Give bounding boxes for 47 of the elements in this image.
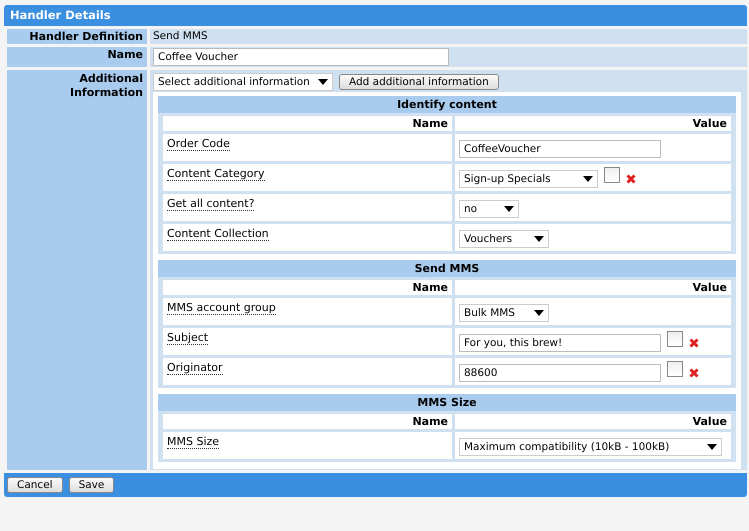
dropdown[interactable]: Bulk MMS [459,304,549,322]
column-header: Name [163,280,452,295]
field-name-link[interactable]: Get all content? [167,197,254,211]
dropdown[interactable]: Sign-up Specials [459,170,598,188]
section-header: Identify content [158,96,736,113]
dropdown[interactable]: Vouchers [459,230,549,248]
remove-icon[interactable] [689,368,699,378]
dropdown[interactable]: no [459,200,519,218]
field-name-link[interactable]: Content Category [167,167,264,181]
field-label: Handler Definition [7,29,147,44]
field-label: Additional Information [7,70,147,470]
column-header: Value [455,116,731,131]
text-field[interactable]: For you, this brew! [459,334,661,352]
dropdown-arrow-icon [707,444,718,450]
column-header: Value [455,414,731,429]
dropdown-arrow-icon [318,79,328,85]
section-header: MMS Size [158,394,736,411]
handler-definition-value: Send MMS [153,30,208,42]
add-button[interactable]: Add additional information [339,74,499,90]
field-name-link[interactable]: MMS account group [167,301,276,315]
field-name-link[interactable]: Originator [167,361,223,375]
name-field[interactable]: Coffee Voucher [153,48,449,66]
section-header: Send MMS [158,260,736,277]
additional-info-dropdown[interactable]: Select additional information [153,73,333,91]
field-name-link[interactable]: Content Collection [167,227,269,241]
column-header: Name [163,116,452,131]
checkbox[interactable] [667,331,683,347]
dropdown-arrow-icon [534,236,544,242]
dropdown[interactable]: Maximum compatibility (10kB - 100kB) [459,438,722,456]
field-name-link[interactable]: Order Code [167,137,230,151]
field-label: Name [7,47,147,67]
dropdown-arrow-icon [504,206,514,212]
footer-button[interactable]: Save [68,477,114,493]
dropdown-arrow-icon [534,310,544,316]
remove-icon[interactable] [626,174,636,184]
remove-icon[interactable] [689,338,699,348]
window-title: Handler Details [4,5,747,26]
dropdown-arrow-icon [583,176,594,182]
footer-button[interactable]: Cancel [7,477,63,493]
column-header: Name [163,414,452,429]
text-field[interactable]: 88600 [459,364,661,382]
field-name-link[interactable]: Subject [167,331,208,345]
checkbox[interactable] [667,361,683,377]
column-header: Value [455,280,731,295]
checkbox[interactable] [604,167,620,183]
text-field[interactable]: CoffeeVoucher [459,140,661,158]
field-name-link[interactable]: MMS Size [167,435,220,449]
